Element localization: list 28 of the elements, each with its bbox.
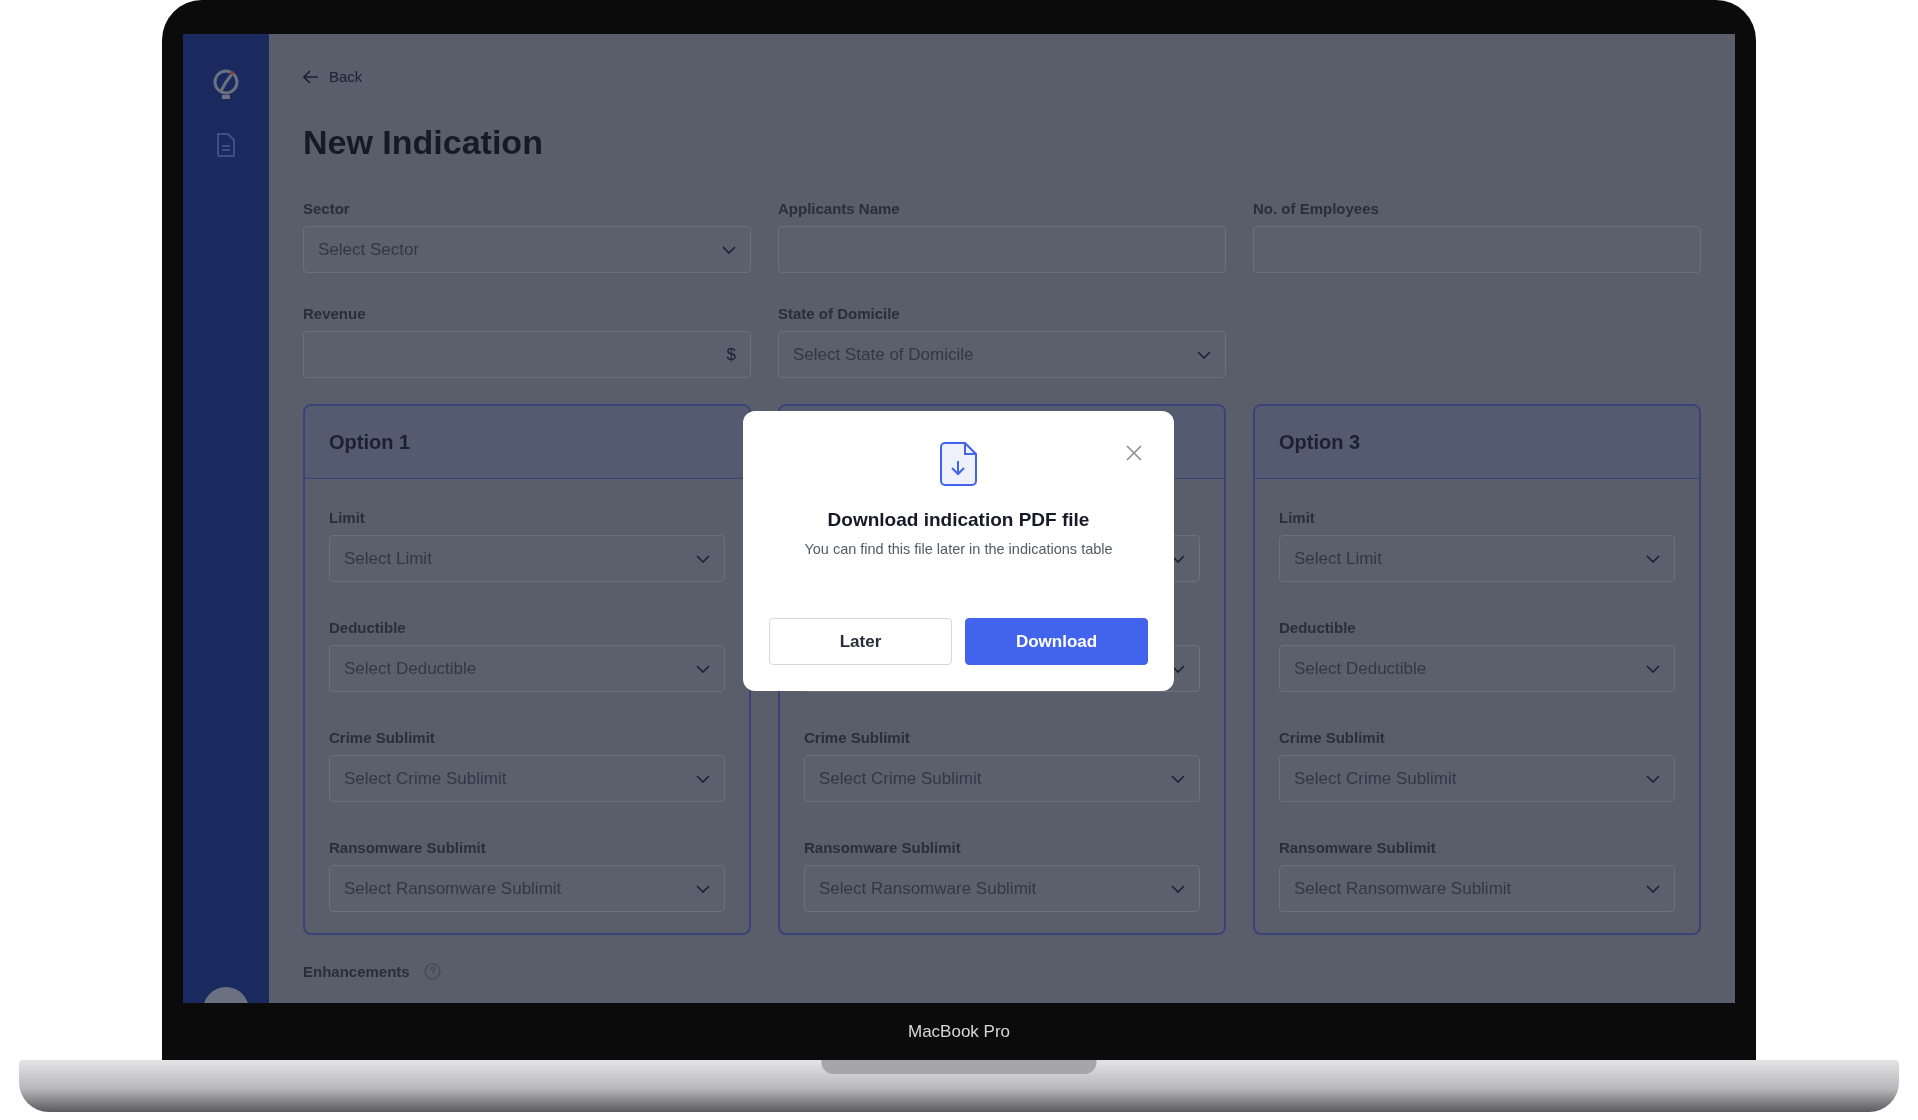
chevron-down-icon: [722, 245, 736, 254]
chevron-down-icon: [1171, 664, 1185, 673]
currency-field[interactable]: $: [303, 331, 751, 378]
option-title: Option 1: [329, 430, 411, 454]
option-title: Option 3: [1279, 430, 1361, 454]
document-icon[interactable]: [215, 132, 237, 158]
dialog-title: Download indication PDF file: [827, 509, 1090, 531]
chevron-down-icon: [1197, 350, 1211, 359]
dialog-message: You can find this file later in the indications table: [804, 541, 1113, 557]
file-download-icon: [939, 441, 978, 487]
chevron-down-icon: [1646, 664, 1660, 673]
close-icon[interactable]: [1126, 445, 1142, 461]
chevron-down-icon: [696, 664, 710, 673]
chevron-down-icon: [1171, 554, 1185, 563]
back-arrow-icon: [303, 69, 319, 84]
chevron-down-icon: [1646, 554, 1660, 563]
chevron-down-icon: [696, 884, 710, 893]
chevron-down-icon: [1171, 774, 1185, 783]
device-caption: MacBook Pro: [906, 1020, 1011, 1043]
later-button[interactable]: Later: [769, 618, 952, 665]
download-button[interactable]: Download: [965, 618, 1148, 665]
chevron-down-icon: [1646, 774, 1660, 783]
back-link[interactable]: Back: [303, 68, 1701, 85]
page-title: New Indication: [303, 123, 544, 162]
chevron-down-icon: [1171, 884, 1185, 893]
chevron-down-icon: [696, 774, 710, 783]
chevron-down-icon: [1646, 884, 1660, 893]
chevron-down-icon: [696, 554, 710, 563]
